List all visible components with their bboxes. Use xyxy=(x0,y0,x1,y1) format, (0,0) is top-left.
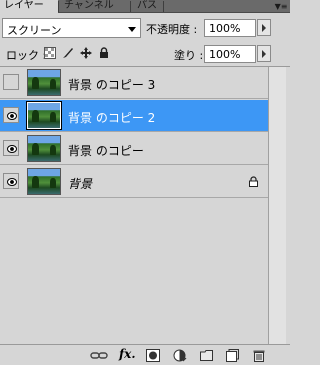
tab-divider xyxy=(58,1,59,12)
fx-icon[interactable]: fx. xyxy=(119,347,136,361)
lock-icon xyxy=(249,176,258,187)
layer-row[interactable]: 背景 のコピー 3 xyxy=(0,67,268,99)
visibility-toggle[interactable] xyxy=(3,74,19,90)
fill-label: 塗り : xyxy=(174,49,204,62)
tab-layers[interactable]: レイヤー xyxy=(0,0,58,13)
layer-row[interactable]: 背景 のコピー xyxy=(0,133,268,165)
fill-value: 100% xyxy=(209,48,241,61)
lock-transparent-pixels-icon[interactable] xyxy=(44,47,56,59)
tab-divider xyxy=(163,1,164,12)
opacity-slider-button[interactable] xyxy=(257,19,271,36)
opacity-input[interactable]: 100% xyxy=(204,19,256,37)
lock-all-icon[interactable] xyxy=(98,47,110,59)
panel-tab-bar: レイヤー チャンネル パス ▼≡ xyxy=(0,0,290,13)
layers-list: 背景 のコピー 3 背景 のコピー 2 背景 のコピー 背景 xyxy=(0,67,268,344)
eye-icon[interactable] xyxy=(3,140,19,156)
tab-divider xyxy=(130,1,131,12)
fill-slider-button[interactable] xyxy=(257,45,271,62)
lock-label: ロック : xyxy=(6,49,47,62)
opacity-value: 100% xyxy=(209,22,241,35)
layer-mask-icon[interactable] xyxy=(146,349,160,362)
link-layers-icon[interactable] xyxy=(90,349,108,362)
layer-name[interactable]: 背景 のコピー 3 xyxy=(68,76,155,93)
new-group-icon[interactable] xyxy=(200,349,213,362)
layer-name[interactable]: 背景 xyxy=(68,175,92,192)
blend-mode-select[interactable]: スクリーン xyxy=(2,18,141,38)
opacity-label: 不透明度 : xyxy=(146,23,198,36)
fill-input[interactable]: 100% xyxy=(204,45,256,63)
layer-thumbnail xyxy=(26,101,62,130)
panel-menu-icon[interactable]: ▼≡ xyxy=(274,0,288,13)
lock-position-icon[interactable] xyxy=(80,47,92,59)
layer-thumbnail xyxy=(27,135,61,162)
blend-mode-value: スクリーン xyxy=(7,24,62,37)
layer-name[interactable]: 背景 のコピー 2 xyxy=(68,109,155,126)
layer-row-selected[interactable]: 背景 のコピー 2 xyxy=(0,100,268,132)
adjustment-layer-icon[interactable] xyxy=(173,349,187,362)
layer-thumbnail xyxy=(27,168,61,195)
eye-icon[interactable] xyxy=(3,173,19,189)
new-layer-icon[interactable] xyxy=(226,349,239,362)
layer-thumbnail xyxy=(27,69,61,96)
layers-scrollbar[interactable] xyxy=(268,67,286,344)
layer-row[interactable]: 背景 xyxy=(0,166,268,198)
tab-channels[interactable]: チャンネル xyxy=(60,0,118,13)
lock-image-pixels-icon[interactable] xyxy=(62,47,74,59)
layer-name[interactable]: 背景 のコピー xyxy=(68,142,144,159)
layers-bottom-toolbar: fx. xyxy=(0,344,290,365)
chevron-down-icon xyxy=(128,27,136,32)
trash-icon[interactable] xyxy=(253,349,265,362)
tab-paths[interactable]: パス xyxy=(133,0,161,13)
eye-icon[interactable] xyxy=(3,107,19,123)
